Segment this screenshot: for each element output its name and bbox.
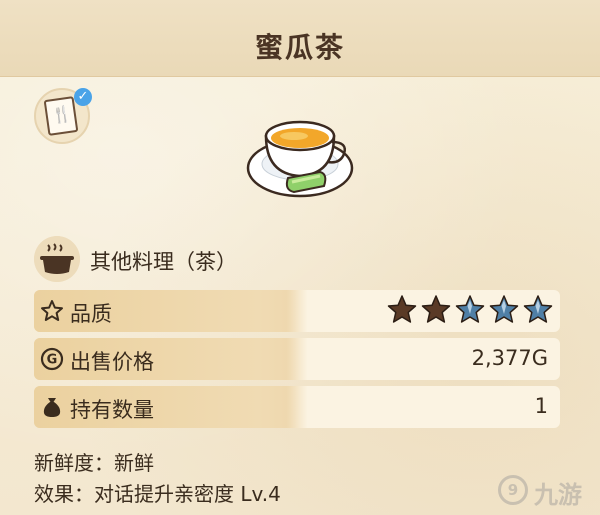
title-bar: 蜜瓜茶 [0, 0, 600, 77]
watermark-logo: 9 九游 [498, 473, 590, 509]
star-empty-icon [455, 295, 485, 323]
effect-text: 效果：对话提升亲密度 Lv.4 [34, 482, 281, 506]
recipe-card-shape: 🍴 [43, 96, 79, 136]
price-row: G 出售价格 2,377G [34, 338, 560, 380]
money-bag-icon [43, 398, 61, 417]
quality-label: 品质 [70, 302, 112, 326]
star-filled-icon [421, 295, 451, 323]
checkmark-icon: ✓ [74, 88, 92, 106]
price-value: 2,377G [471, 346, 548, 370]
cooking-pot-icon [34, 236, 80, 282]
melon-tea-image [246, 120, 354, 198]
star-empty-icon [523, 295, 553, 323]
owned-row: 持有数量 1 [34, 386, 560, 428]
star-filled-icon [387, 295, 417, 323]
freshness-text: 新鲜度：新鲜 [34, 451, 154, 475]
watermark-text: 九游 [534, 481, 582, 509]
owned-label: 持有数量 [70, 398, 154, 422]
gold-coin-icon: G [40, 347, 64, 371]
category-row: 其他料理（茶） [34, 236, 454, 282]
owned-value: 1 [534, 394, 548, 418]
item-title: 蜜瓜茶 [254, 31, 345, 64]
price-label: 出售价格 [70, 350, 154, 374]
star-outline-icon [41, 300, 63, 321]
recipe-card-icon[interactable]: 🍴 ✓ [34, 88, 92, 144]
category-label: 其他料理（茶） [90, 250, 237, 274]
star-empty-icon [489, 295, 519, 323]
svg-text:G: G [47, 353, 58, 368]
quality-stars [384, 294, 554, 328]
jiuyou-logo-icon: 9 [498, 475, 528, 505]
quality-row: 品质 [34, 290, 560, 332]
